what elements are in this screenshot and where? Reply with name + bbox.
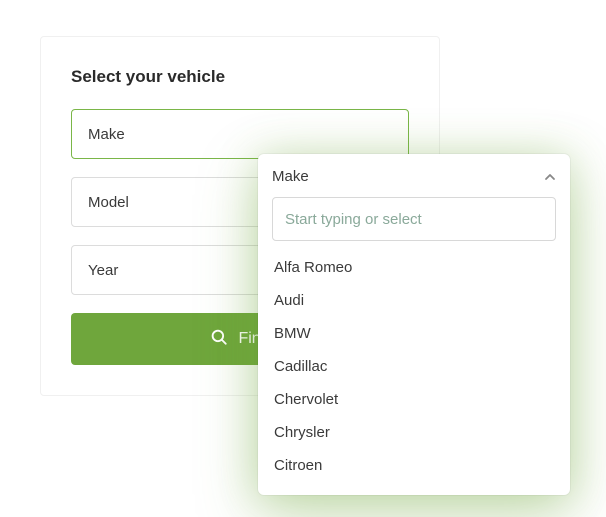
list-item[interactable]: Audi xyxy=(272,284,552,317)
list-item[interactable]: Cadillac xyxy=(272,350,552,383)
dropdown-label: Make xyxy=(272,168,309,185)
list-item[interactable]: BMW xyxy=(272,317,552,350)
list-item[interactable]: Citroen xyxy=(272,449,552,482)
make-field[interactable]: Make xyxy=(71,109,409,159)
card-title: Select your vehicle xyxy=(71,67,409,87)
make-field-label: Make xyxy=(88,126,125,143)
list-item[interactable]: Chervolet xyxy=(272,383,552,416)
dropdown-options-list[interactable]: Alfa Romeo Audi BMW Cadillac Chervolet C… xyxy=(272,251,556,487)
dropdown-header[interactable]: Make xyxy=(272,168,556,185)
year-field-label: Year xyxy=(88,262,118,279)
make-dropdown: Make Alfa Romeo Audi BMW Cadillac Chervo… xyxy=(258,154,570,495)
list-item[interactable]: Alfa Romeo xyxy=(272,251,552,284)
chevron-up-icon xyxy=(544,171,556,183)
list-item-truncated[interactable]: D • xyxy=(272,482,552,487)
model-field-label: Model xyxy=(88,194,129,211)
search-icon xyxy=(210,328,228,351)
dropdown-search-input[interactable] xyxy=(272,197,556,241)
list-item[interactable]: Chrysler xyxy=(272,416,552,449)
